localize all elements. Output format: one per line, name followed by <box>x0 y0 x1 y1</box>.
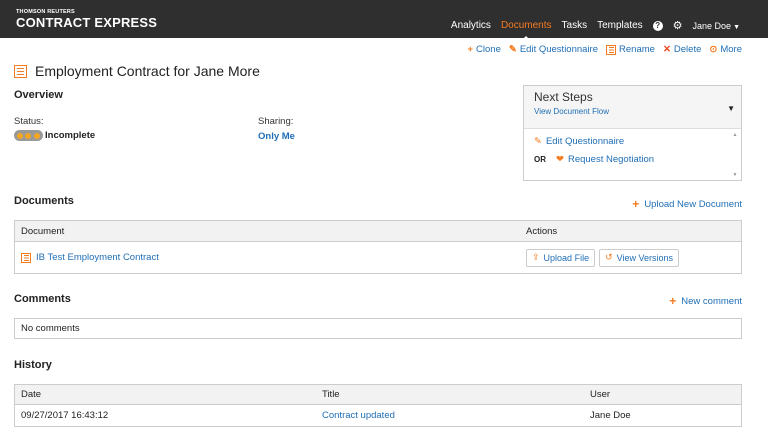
user-name: Jane Doe <box>692 20 732 31</box>
upload-file-button[interactable]: ⇪ Upload File <box>526 248 596 267</box>
col-document: Document <box>21 225 65 237</box>
no-comments-text: No comments <box>21 323 80 334</box>
status-label: Status: <box>14 116 44 127</box>
edit-label: Edit Questionnaire <box>519 44 599 55</box>
brand-logo[interactable]: CONTRACT EXPRESS <box>16 15 157 30</box>
pencil-icon: ✎ <box>508 44 517 55</box>
page-title-text: Employment Contract for Jane More <box>35 63 260 79</box>
document-name: IB Test Employment Contract <box>36 252 159 263</box>
page-title: Employment Contract for Jane More <box>14 63 260 79</box>
negotiate-label: Request Negotiation <box>567 154 655 165</box>
document-actions: + Clone ✎ Edit Questionnaire Rename ✕ Delet… <box>467 44 742 55</box>
gear-icon[interactable]: ⚙ <box>673 19 683 32</box>
document-icon <box>606 44 617 55</box>
history-user: Jane Doe <box>590 410 631 421</box>
new-comment-link[interactable]: + New comment <box>669 294 742 308</box>
rename-label: Rename <box>619 44 655 55</box>
nav-templates[interactable]: Templates <box>597 20 643 31</box>
history-table-header: Date Title User <box>15 385 741 405</box>
edit-questionnaire-button[interactable]: ✎ Edit Questionnaire <box>509 44 598 55</box>
more-label: More <box>720 44 742 55</box>
history-date: 09/27/2017 16:43:12 <box>21 410 109 421</box>
nav-documents[interactable]: Documents <box>501 20 552 41</box>
status-pill-icon <box>14 130 43 141</box>
user-menu[interactable]: Jane Doe ▼ <box>693 21 740 31</box>
next-edit-questionnaire[interactable]: ✎ Edit Questionnaire <box>534 136 731 147</box>
top-navbar: THOMSON REUTERS CONTRACT EXPRESS Analyti… <box>0 0 768 41</box>
new-comment-label: New comment <box>681 295 742 307</box>
scrollbar[interactable]: ▲ ▼ <box>732 132 738 178</box>
more-button[interactable]: ⊙ More <box>709 44 742 55</box>
next-steps-panel: Next Steps View Document Flow ▼ ✎ Edit Qu… <box>523 85 742 181</box>
plus-icon: + <box>669 294 677 308</box>
col-actions: Actions <box>526 225 558 237</box>
upload-file-label: Upload File <box>543 252 590 263</box>
view-versions-button[interactable]: ↺ View Versions <box>599 248 679 267</box>
history-heading: History <box>14 359 52 371</box>
view-versions-label: View Versions <box>616 252 673 263</box>
status-indicator: Incomplete <box>14 130 95 141</box>
caret-down-icon[interactable]: ▼ <box>727 104 735 113</box>
col-user: User <box>590 389 611 400</box>
comments-heading: Comments <box>14 293 71 305</box>
delete-label: Delete <box>673 44 702 55</box>
x-icon: ✕ <box>662 44 671 55</box>
handshake-icon: ❤ <box>556 154 564 165</box>
nav-analytics[interactable]: Analytics <box>451 20 491 31</box>
clone-button[interactable]: + Clone <box>467 44 500 55</box>
rename-button[interactable]: Rename <box>606 44 655 55</box>
pencil-icon: ✎ <box>534 136 542 147</box>
document-icon <box>21 252 31 263</box>
next-edit-label: Edit Questionnaire <box>545 136 625 147</box>
next-steps-header[interactable]: Next Steps View Document Flow ▼ <box>524 86 741 129</box>
chevron-circle-icon: ⊙ <box>709 44 718 55</box>
document-link[interactable]: IB Test Employment Contract <box>21 242 159 273</box>
history-table: Date Title User 09/27/2017 16:43:12 Cont… <box>14 384 742 427</box>
table-row: 09/27/2017 16:43:12 Contract updated Jan… <box>15 405 741 426</box>
main-nav: Analytics Documents Tasks Templates ? ⚙ … <box>451 19 740 41</box>
table-row: IB Test Employment Contract ⇪ Upload File… <box>15 242 741 273</box>
documents-heading: Documents <box>14 195 74 207</box>
or-label: OR <box>534 155 546 164</box>
history-icon: ↺ <box>605 252 613 262</box>
history-title-link[interactable]: Contract updated <box>322 405 395 426</box>
next-steps-title: Next Steps <box>534 90 593 104</box>
sharing-value[interactable]: Only Me <box>258 131 295 142</box>
next-steps-body: ✎ Edit Questionnaire OR ❤ Request Negotiati… <box>524 129 741 181</box>
plus-icon: + <box>467 44 474 55</box>
documents-table-header: Document Actions <box>15 221 741 242</box>
view-flow-link[interactable]: View Document Flow <box>534 107 731 116</box>
nav-tasks[interactable]: Tasks <box>562 20 588 31</box>
row-actions: ⇪ Upload File ↺ View Versions <box>526 242 679 273</box>
sharing-label: Sharing: <box>258 116 294 127</box>
plus-icon: + <box>632 197 640 211</box>
status-value: Incomplete <box>45 130 96 141</box>
help-icon[interactable]: ? <box>652 20 663 31</box>
overview-heading: Overview <box>14 89 63 101</box>
col-title: Title <box>322 389 340 400</box>
clone-label: Clone <box>476 44 501 55</box>
delete-button[interactable]: ✕ Delete <box>663 44 701 55</box>
caret-down-icon: ▼ <box>733 23 740 31</box>
upload-new-label: Upload New Document <box>644 198 742 210</box>
documents-table: Document Actions IB Test Employment Cont… <box>14 220 742 274</box>
upload-new-document-link[interactable]: + Upload New Document <box>632 197 742 211</box>
comments-list: No comments <box>14 318 742 339</box>
document-icon <box>14 64 27 78</box>
upload-icon: ⇪ <box>532 252 540 262</box>
next-request-negotiation[interactable]: OR ❤ Request Negotiation <box>534 154 731 165</box>
col-date: Date <box>21 389 42 400</box>
